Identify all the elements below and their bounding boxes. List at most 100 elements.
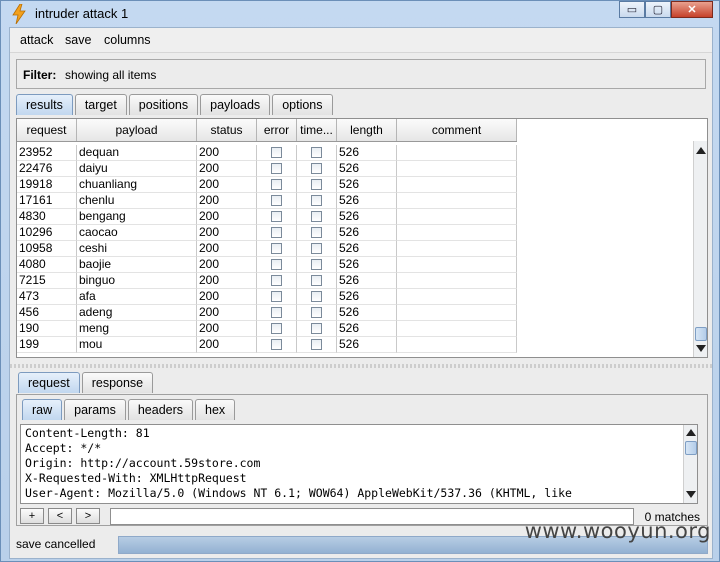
editor-scroll-up-icon[interactable] (686, 429, 696, 436)
table-cell (397, 289, 517, 305)
error-cell (257, 161, 297, 177)
table-row[interactable]: 190 meng 200 526 (17, 321, 517, 337)
editor-scroll-thumb[interactable] (685, 441, 697, 455)
table-cell: 473 (17, 289, 77, 305)
menu-columns[interactable]: columns (104, 33, 151, 47)
table-cell: 526 (337, 145, 397, 161)
table-row[interactable]: 22476 daiyu 200 526 (17, 161, 517, 177)
close-button[interactable]: ✕ (671, 1, 713, 18)
table-cell: 526 (337, 321, 397, 337)
filter-bar[interactable]: Filter: showing all items (16, 59, 706, 89)
menu-save[interactable]: save (65, 33, 91, 47)
column-header[interactable]: time... (297, 119, 337, 141)
window-content: attack save columns Filter: showing all … (9, 27, 713, 559)
column-header[interactable]: payload (77, 119, 197, 141)
checkbox-icon (271, 307, 282, 318)
scroll-down-icon[interactable] (696, 345, 706, 352)
table-cell (397, 145, 517, 161)
timeout-cell (297, 225, 337, 241)
checkbox-icon (311, 275, 322, 286)
tab-target[interactable]: target (74, 94, 127, 115)
checkbox-icon (271, 243, 282, 254)
detail-tab-request[interactable]: request (18, 372, 80, 393)
view-tab-raw[interactable]: raw (22, 399, 63, 420)
next-match-button[interactable]: > (76, 508, 100, 524)
maximize-button[interactable]: ▢ (645, 1, 671, 18)
view-tab-hex[interactable]: hex (195, 399, 236, 420)
tab-results[interactable]: results (16, 94, 73, 115)
request-editor[interactable]: Content-Length: 81 Accept: */* Origin: htt… (20, 424, 698, 504)
menu-attack[interactable]: attack (20, 33, 53, 47)
table-cell: 526 (337, 305, 397, 321)
table-row[interactable]: 473 afa 200 526 (17, 289, 517, 305)
table-row[interactable]: 23952 dequan 200 526 (17, 145, 517, 161)
table-row[interactable]: 4080 baojie 200 526 (17, 257, 517, 273)
table-cell: bengang (77, 209, 197, 225)
tab-options[interactable]: options (272, 94, 333, 115)
view-tab-headers[interactable]: headers (127, 399, 194, 420)
table-cell (397, 177, 517, 193)
table-cell: chuanliang (77, 177, 197, 193)
minimize-button[interactable]: ▭ (619, 1, 645, 18)
table-row[interactable]: 19918 chuanliang 200 526 (17, 177, 517, 193)
table-header: request payload status error time... length co… (17, 119, 517, 142)
title-bar[interactable]: intruder attack 1 ▭ ▢ ✕ (1, 1, 719, 27)
checkbox-icon (311, 291, 322, 302)
table-row[interactable]: 7215 binguo 200 526 (17, 273, 517, 289)
column-header[interactable]: status (197, 119, 257, 141)
table-row[interactable]: 199 mou 200 526 (17, 337, 517, 353)
table-row[interactable]: 17161 chenlu 200 526 (17, 193, 517, 209)
table-cell: 200 (197, 161, 257, 177)
checkbox-icon (271, 323, 282, 334)
tab-positions[interactable]: positions (128, 94, 199, 115)
table-row[interactable]: 456 adeng 200 526 (17, 305, 517, 321)
column-header[interactable]: comment (397, 119, 517, 141)
column-header[interactable]: request (17, 119, 77, 141)
table-scrollbar[interactable] (693, 141, 707, 357)
view-tabs: raw params headers hex (22, 399, 237, 421)
table-row[interactable]: 10296 caocao 200 526 (17, 225, 517, 241)
table-cell: 526 (337, 161, 397, 177)
request-line: Content-Length: 81 (25, 426, 150, 440)
table-cell: 200 (197, 241, 257, 257)
window-title: intruder attack 1 (35, 6, 129, 21)
table-cell: 200 (197, 321, 257, 337)
table-cell: chenlu (77, 193, 197, 209)
request-line: X-Requested-With: XMLHttpRequest (25, 471, 247, 485)
column-header[interactable]: length (337, 119, 397, 141)
error-cell (257, 273, 297, 289)
table-cell: mou (77, 337, 197, 353)
table-body: 23952 dequan 200 526 22476 daiyu 200 526 19918 ch… (17, 145, 517, 353)
editor-scroll-down-icon[interactable] (686, 491, 696, 498)
editor-scrollbar[interactable] (683, 425, 697, 503)
table-cell: baojie (77, 257, 197, 273)
scroll-thumb[interactable] (695, 327, 707, 341)
table-cell: 526 (337, 273, 397, 289)
checkbox-icon (311, 179, 322, 190)
table-cell: 200 (197, 305, 257, 321)
table-cell: 526 (337, 241, 397, 257)
add-match-button[interactable]: + (20, 508, 44, 524)
checkbox-icon (311, 163, 322, 174)
timeout-cell (297, 257, 337, 273)
table-cell: adeng (77, 305, 197, 321)
window-controls: ▭ ▢ ✕ (619, 1, 713, 19)
column-header[interactable]: error (257, 119, 297, 141)
view-tab-params[interactable]: params (64, 399, 126, 420)
timeout-cell (297, 161, 337, 177)
table-cell: ceshi (77, 241, 197, 257)
checkbox-icon (271, 339, 282, 350)
table-row[interactable]: 4830 bengang 200 526 (17, 209, 517, 225)
checkbox-icon (271, 227, 282, 238)
previous-match-button[interactable]: < (48, 508, 72, 524)
scroll-up-icon[interactable] (696, 147, 706, 154)
detail-tab-response[interactable]: response (81, 372, 154, 393)
pane-splitter[interactable] (10, 364, 712, 368)
tab-payloads[interactable]: payloads (200, 94, 271, 115)
table-row[interactable]: 10958 ceshi 200 526 (17, 241, 517, 257)
table-cell: caocao (77, 225, 197, 241)
checkbox-icon (271, 275, 282, 286)
table-cell: 17161 (17, 193, 77, 209)
table-cell: 10958 (17, 241, 77, 257)
table-cell: 526 (337, 289, 397, 305)
